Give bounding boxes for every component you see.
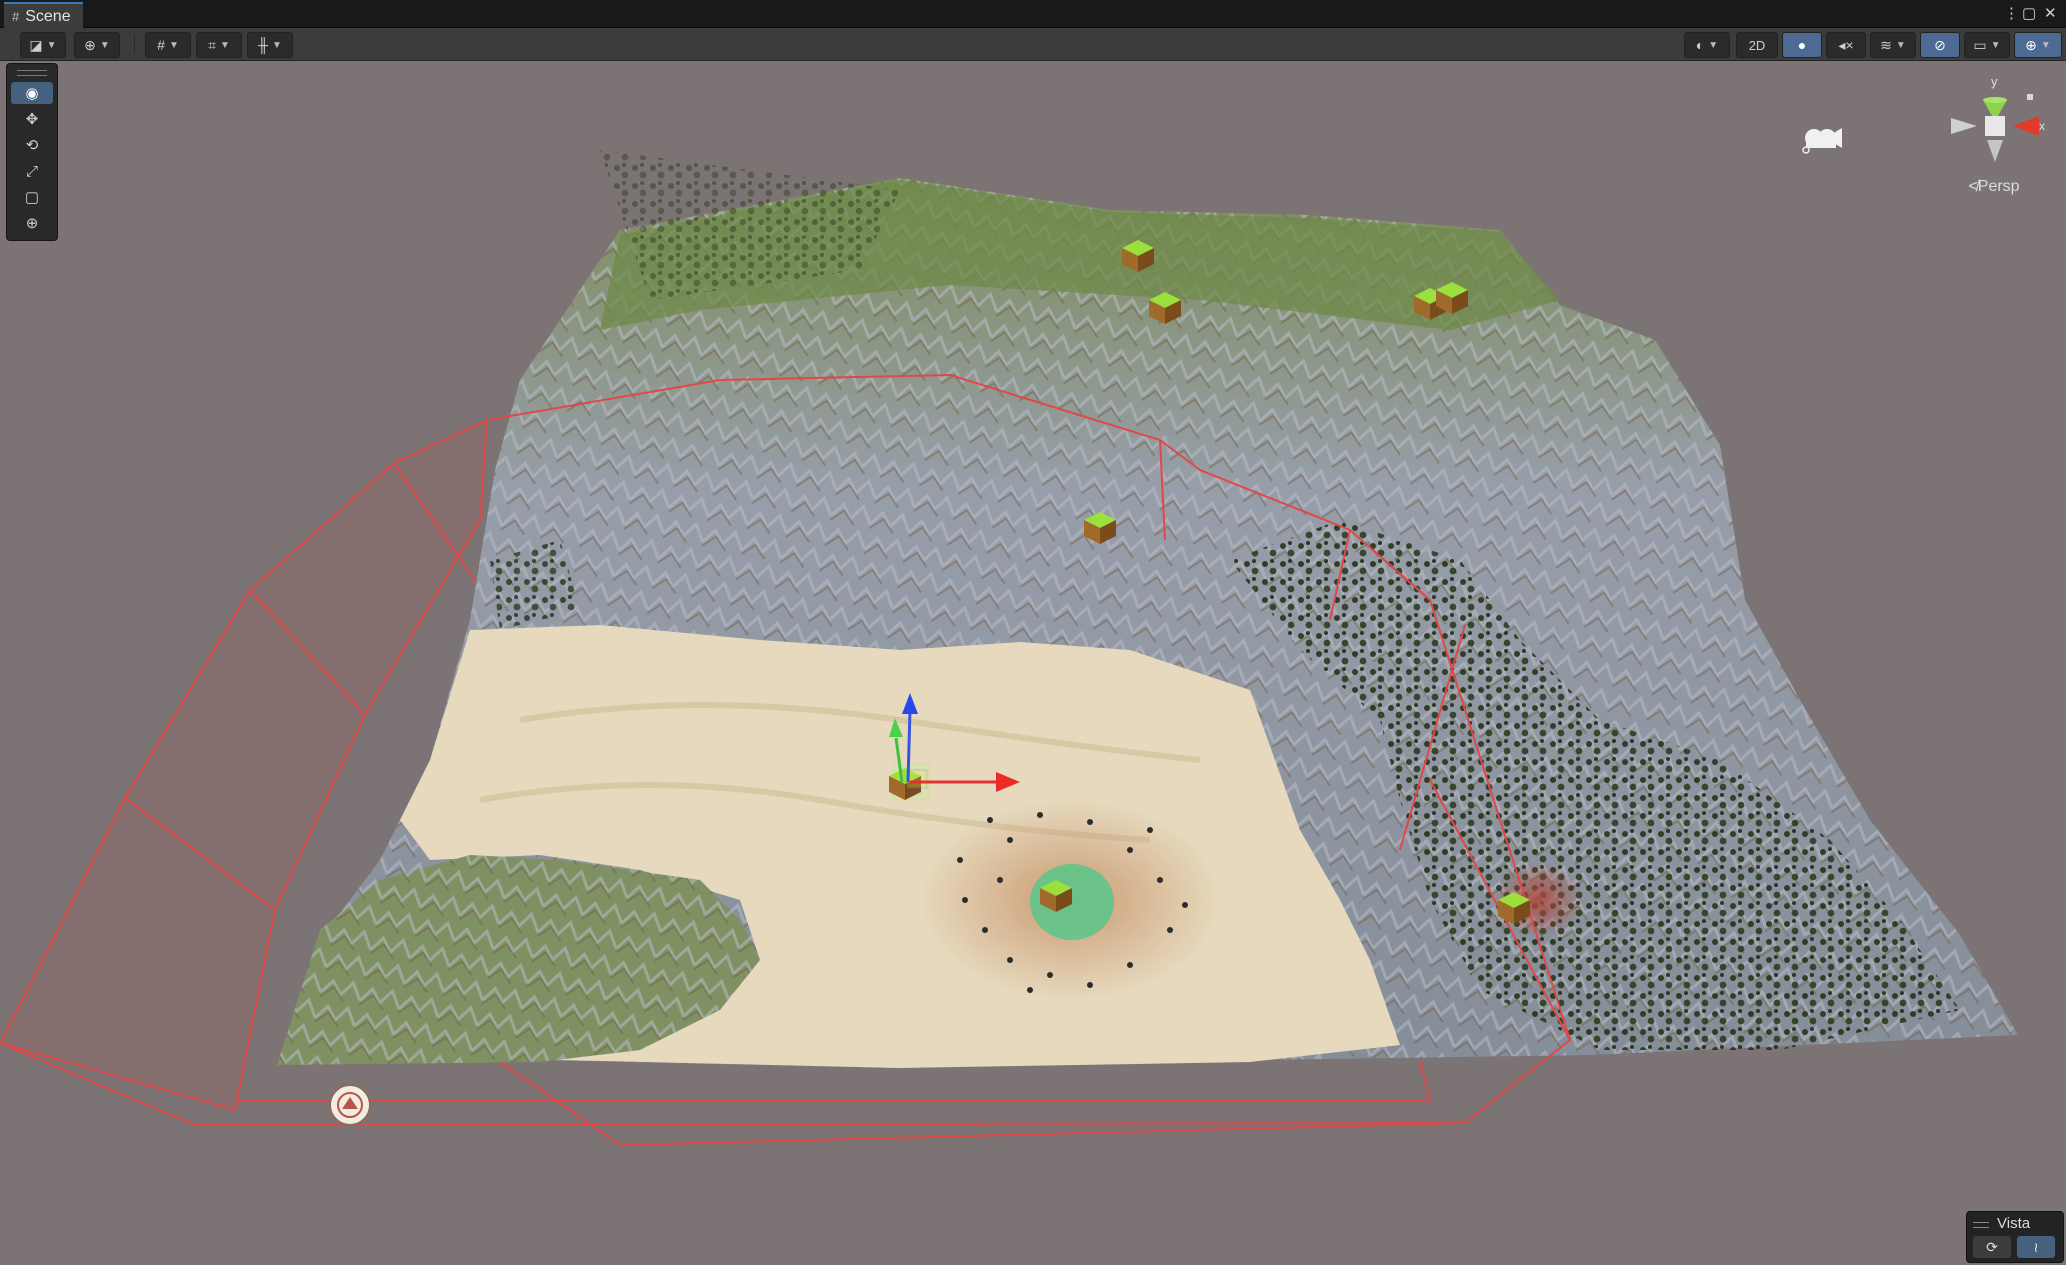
chevron-down-icon: ▼ xyxy=(2040,39,2051,51)
audio-toggle-button[interactable]: ◂× xyxy=(1826,32,1866,58)
terrain xyxy=(277,150,2018,1068)
tools-overlay: ◉ ✥ ⟲ ⤢ ▢ ⊕ xyxy=(6,63,58,241)
eye-hidden-icon: ⊘ xyxy=(1934,36,1946,53)
snap-increment-icon: ⌗ xyxy=(208,36,216,53)
more-options-icon[interactable]: ⋮ xyxy=(2004,4,2019,22)
orientation-gizmo[interactable]: y x xyxy=(1951,74,2045,162)
align-icon: ╫ xyxy=(258,37,268,53)
scale-tool[interactable]: ⤢ xyxy=(11,160,53,182)
transform-icon: ⊕ xyxy=(25,215,39,232)
x-axis-cone xyxy=(2013,116,2039,136)
chevron-down-icon: ▼ xyxy=(1990,39,2001,51)
graph-icon: ≀ xyxy=(2033,1238,2039,1255)
vista-refresh-button[interactable]: ⟳ xyxy=(1973,1236,2011,1258)
global-toggle-button[interactable]: ⊕ ▼ xyxy=(74,32,120,58)
grid-icon: # xyxy=(157,37,165,53)
tab-scene[interactable]: # Scene xyxy=(4,2,83,29)
chevron-down-icon: ▼ xyxy=(1708,39,1719,51)
chevron-down-icon: ▼ xyxy=(1895,39,1906,51)
scene-toolbar: ◪ ▼ ⊕ ▼ # ▼ ⌗ ▼ ╫ ▼ ◐ ▼ 2D ● ◂× ≋ ▼ ⊘ ▭ ▼ ⊕ ▼ xyxy=(0,28,2066,61)
vista-graph-button[interactable]: ≀ xyxy=(2017,1236,2055,1258)
toolbar-divider xyxy=(134,34,135,54)
increment-snap-button[interactable]: ⌗ ▼ xyxy=(196,32,242,58)
gizmos-button[interactable]: ⊕ ▼ xyxy=(2014,32,2062,58)
tab-label: Scene xyxy=(25,7,71,25)
rect-transform-icon: ▢ xyxy=(24,189,40,206)
scale-icon: ⤢ xyxy=(25,162,38,180)
speaker-muted-icon: ◂× xyxy=(1838,36,1854,53)
move-arrows-icon: ✥ xyxy=(25,111,39,128)
globe-icon: ⊕ xyxy=(84,36,96,53)
align-button[interactable]: ╫ ▼ xyxy=(247,32,293,58)
close-icon[interactable]: ✕ xyxy=(2044,4,2057,22)
title-bar: # Scene ⋮ ▢ ✕ xyxy=(0,0,2066,29)
gizmo-globe-icon: ⊕ xyxy=(2025,36,2037,53)
maximize-icon[interactable]: ▢ xyxy=(2022,4,2036,22)
gizmo-y-label: y xyxy=(1991,74,1998,89)
shading-sphere-icon: ◐ xyxy=(1695,37,1705,53)
draw-mode-button[interactable]: ◪ ▼ xyxy=(20,32,66,58)
lightbulb-icon: ● xyxy=(1797,37,1807,53)
camera-icon: ▭ xyxy=(1973,36,1987,53)
camera-settings-button[interactable]: ▭ ▼ xyxy=(1964,32,2010,58)
chevron-down-icon: ▼ xyxy=(46,39,57,51)
scene-visibility-button[interactable]: ⊘ xyxy=(1920,32,1960,58)
2d-toggle-button[interactable]: 2D xyxy=(1736,32,1778,58)
view-tool[interactable]: ◉ xyxy=(11,82,53,104)
effects-button[interactable]: ≋ ▼ xyxy=(1870,32,1916,58)
neg-y-axis-cone xyxy=(1987,140,2003,162)
chevron-down-icon: ▼ xyxy=(272,39,282,51)
drag-handle-icon[interactable] xyxy=(17,70,47,76)
vista-overlay: Vista ⟳ ≀ xyxy=(1966,1211,2064,1263)
refresh-icon: ⟳ xyxy=(1986,1238,1998,1255)
chevron-down-icon: ▼ xyxy=(168,39,179,51)
draw-mode-icon: ◪ xyxy=(29,36,43,53)
hash-icon: # xyxy=(12,9,20,24)
spawn-point-icon[interactable] xyxy=(329,1084,371,1126)
scene-viewport[interactable]: y x xyxy=(0,61,2066,1265)
eye-icon: ◉ xyxy=(25,85,39,102)
neg-x-axis-cone xyxy=(1951,118,1977,134)
vista-title: Vista xyxy=(1997,1215,2031,1232)
chevron-down-icon: ▼ xyxy=(99,39,110,51)
gizmo-x-label: x xyxy=(2039,119,2045,133)
chevron-down-icon: ▼ xyxy=(219,39,230,51)
projection-label[interactable]: ≮Persp xyxy=(1960,178,2028,196)
rect-tool[interactable]: ▢ xyxy=(11,186,53,208)
transform-tool[interactable]: ⊕ xyxy=(11,212,53,234)
lighting-toggle-button[interactable]: ● xyxy=(1782,32,1822,58)
rotate-icon: ⟲ xyxy=(25,137,39,154)
move-tool[interactable]: ✥ xyxy=(11,108,53,130)
grid-snapping-button[interactable]: # ▼ xyxy=(145,32,191,58)
shading-mode-button[interactable]: ◐ ▼ xyxy=(1684,32,1730,58)
scene-camera-icon[interactable] xyxy=(1802,128,1842,154)
drag-handle-icon[interactable] xyxy=(1973,1222,1989,1228)
layers-icon: ≋ xyxy=(1880,36,1892,53)
rotate-tool[interactable]: ⟲ xyxy=(11,134,53,156)
